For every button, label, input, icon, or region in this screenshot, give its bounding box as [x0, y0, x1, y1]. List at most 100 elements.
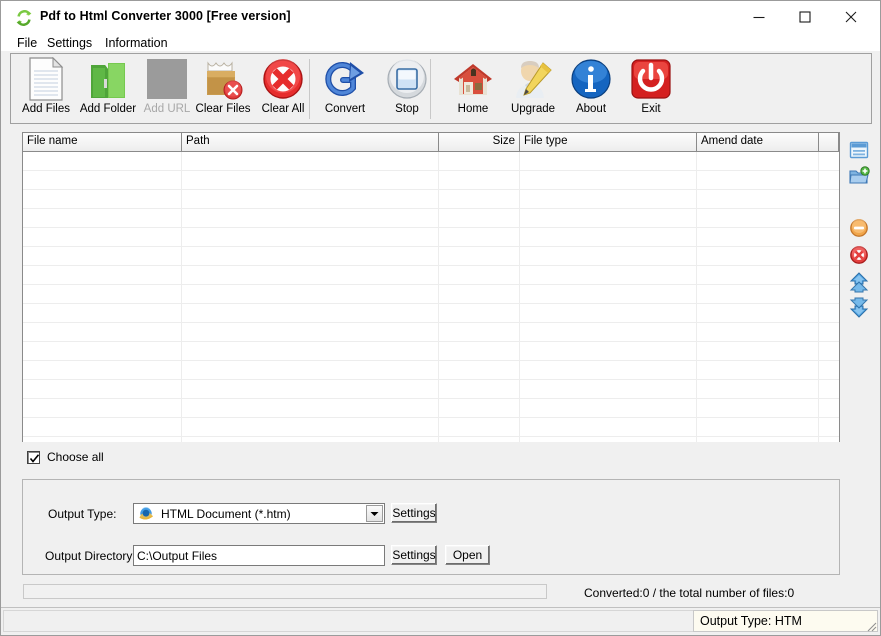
delete-all-icon[interactable] — [848, 244, 870, 266]
column-divider — [818, 152, 819, 442]
status-left-panel — [3, 610, 693, 632]
title-bar: Pdf to Html Converter 3000 [Free version… — [1, 1, 880, 36]
add-folder-button[interactable]: Add Folder — [75, 56, 141, 122]
document-page-icon — [18, 56, 74, 102]
column-header-file-type[interactable]: File type — [520, 133, 697, 151]
table-row[interactable] — [23, 266, 839, 285]
table-row[interactable] — [23, 190, 839, 209]
menu-item-file[interactable]: File — [12, 35, 42, 51]
toolbar-label: Add Files — [22, 103, 70, 115]
add-files-button[interactable]: Add Files — [18, 56, 74, 122]
red-x-circle-icon — [255, 56, 311, 102]
toolbar: Add Files Add Folder Add URL Clear Files… — [10, 53, 872, 124]
blue-info-icon — [563, 56, 619, 102]
table-row[interactable] — [23, 152, 839, 171]
toolbar-label: Convert — [324, 103, 366, 115]
stop-button[interactable]: Stop — [379, 56, 435, 122]
move-down-icon[interactable] — [848, 297, 870, 319]
table-row[interactable] — [23, 171, 839, 190]
add-folder-icon[interactable] — [848, 165, 870, 187]
toolbar-label: Upgrade — [510, 103, 556, 115]
table-row[interactable] — [23, 399, 839, 418]
file-list-header: File name Path Size File type Amend date — [23, 133, 839, 152]
table-row[interactable] — [23, 342, 839, 361]
menu-item-settings[interactable]: Settings — [42, 35, 97, 51]
toolbar-label: Add Folder — [79, 103, 137, 115]
table-row[interactable] — [23, 247, 839, 266]
red-power-icon — [623, 56, 679, 102]
move-up-icon[interactable] — [848, 271, 870, 293]
column-divider — [181, 152, 182, 442]
output-type-label: Output Type: — [48, 507, 117, 521]
maximize-icon[interactable] — [782, 1, 828, 33]
menu-item-information[interactable]: Information — [100, 35, 173, 51]
table-row[interactable] — [23, 304, 839, 323]
column-header-extra[interactable] — [819, 133, 839, 151]
choose-all-label: Choose all — [47, 450, 104, 464]
column-divider — [519, 152, 520, 442]
toolbar-label: About — [575, 103, 607, 115]
toolbar-label: Stop — [395, 103, 419, 115]
chevron-down-icon[interactable] — [366, 505, 383, 522]
upgrade-button[interactable]: Upgrade — [501, 56, 565, 122]
list-view-icon[interactable] — [848, 139, 870, 161]
blue-g-arrow-icon — [317, 56, 373, 102]
green-folder-icon — [75, 56, 141, 102]
column-header-size[interactable]: Size — [439, 133, 520, 151]
choose-all-row[interactable]: Choose all — [27, 449, 104, 465]
clear-files-button[interactable]: Clear Files — [191, 56, 255, 122]
user-pencil-icon — [501, 56, 565, 102]
column-divider — [696, 152, 697, 442]
status-output-type: Output Type: HTM — [693, 610, 878, 632]
home-button[interactable]: Home — [445, 56, 501, 122]
column-header-file-name[interactable]: File name — [23, 133, 182, 151]
table-row[interactable] — [23, 323, 839, 342]
checkmark-icon — [29, 453, 40, 463]
column-header-amend-date[interactable]: Amend date — [697, 133, 819, 151]
house-icon — [445, 56, 501, 102]
stop-button-icon — [379, 56, 435, 102]
toolbar-label: Clear All — [261, 103, 305, 115]
output-directory-input[interactable] — [133, 545, 385, 566]
table-row[interactable] — [23, 209, 839, 228]
status-bar: Output Type: HTM — [1, 607, 880, 635]
table-row[interactable] — [23, 285, 839, 304]
exit-button[interactable]: Exit — [623, 56, 679, 122]
conversion-counter: Converted:0 / the total number of files:… — [584, 586, 795, 600]
application-window: Pdf to Html Converter 3000 [Free version… — [0, 0, 881, 636]
conversion-progress-bar — [23, 584, 547, 599]
about-button[interactable]: About — [563, 56, 619, 122]
convert-button[interactable]: Convert — [317, 56, 373, 122]
toolbar-label: Clear Files — [195, 103, 251, 115]
column-header-path[interactable]: Path — [182, 133, 439, 151]
remove-item-icon[interactable] — [848, 217, 870, 239]
toolbar-label: Exit — [641, 103, 661, 115]
folder-delete-icon — [191, 56, 255, 102]
menu-bar: File Settings Information — [1, 33, 880, 51]
minimize-icon[interactable] — [736, 1, 782, 33]
column-divider — [438, 152, 439, 442]
close-icon[interactable] — [828, 1, 874, 33]
output-type-settings-button[interactable]: Settings — [391, 503, 437, 523]
resize-grip-icon[interactable] — [864, 619, 877, 632]
choose-all-checkbox[interactable] — [27, 450, 40, 464]
file-list-body[interactable] — [23, 152, 839, 442]
internet-explorer-icon — [138, 506, 154, 522]
file-list[interactable]: File name Path Size File type Amend date — [22, 132, 840, 442]
table-row[interactable] — [23, 228, 839, 247]
green-recycle-icon — [15, 9, 33, 27]
output-type-value: HTML Document (*.htm) — [161, 507, 291, 521]
toolbar-label: Home — [457, 103, 489, 115]
grey-square-icon — [139, 56, 195, 102]
output-directory-open-button[interactable]: Open — [445, 545, 490, 565]
add-url-button: Add URL — [139, 56, 195, 122]
window-title: Pdf to Html Converter 3000 [Free version… — [40, 9, 291, 23]
table-row[interactable] — [23, 361, 839, 380]
table-row[interactable] — [23, 418, 839, 437]
output-directory-settings-button[interactable]: Settings — [391, 545, 437, 565]
output-directory-label: Output Directory: — [45, 549, 136, 563]
table-row[interactable] — [23, 380, 839, 399]
toolbar-label: Add URL — [143, 103, 191, 115]
output-type-select[interactable]: HTML Document (*.htm) — [133, 503, 385, 524]
clear-all-button[interactable]: Clear All — [255, 56, 311, 122]
